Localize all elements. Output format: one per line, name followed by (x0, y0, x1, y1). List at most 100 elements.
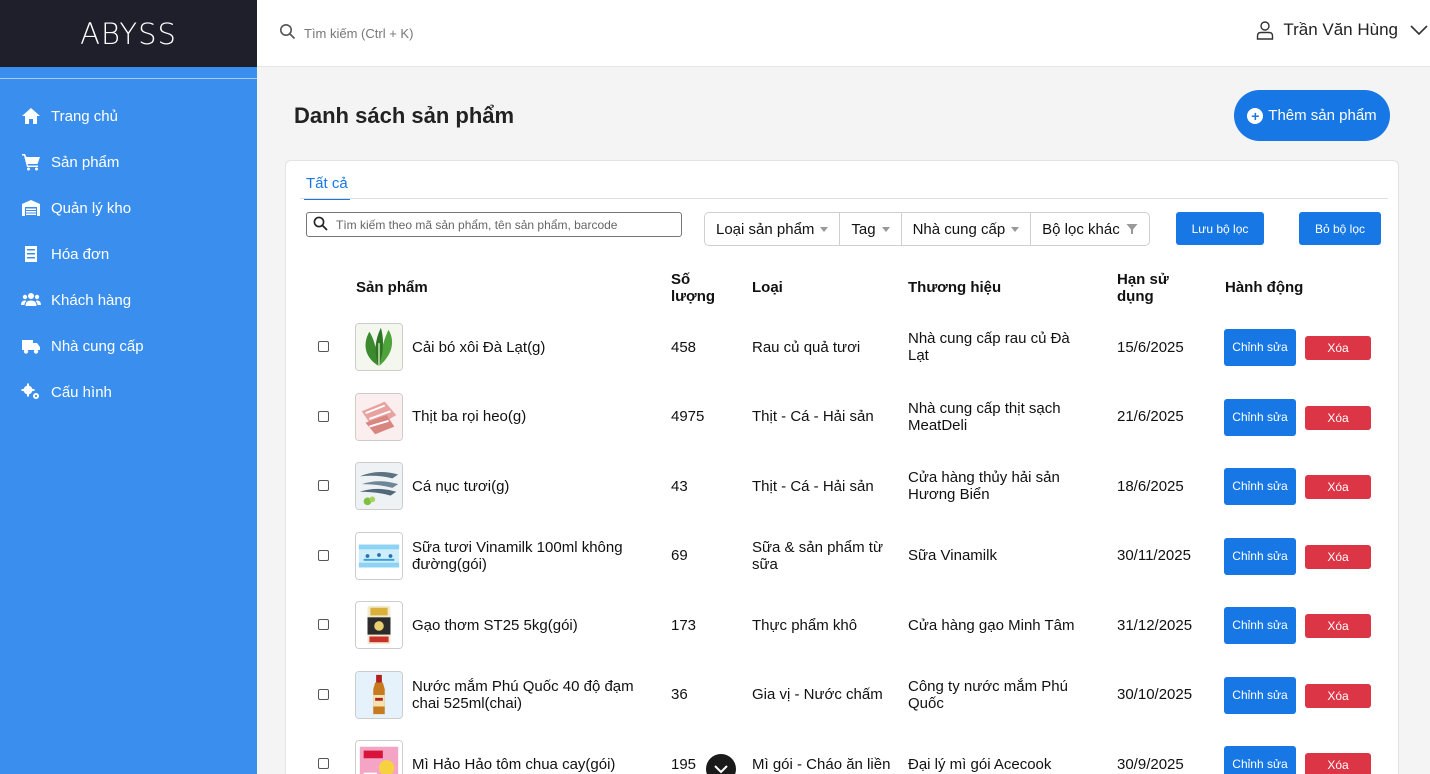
edit-button[interactable]: Chỉnh sửa (1224, 329, 1296, 366)
delete-button[interactable]: Xóa (1305, 753, 1371, 774)
caret-down-icon (820, 226, 829, 232)
clear-filter-button[interactable]: Bỏ bộ lọc (1299, 212, 1381, 245)
row-checkbox[interactable] (318, 480, 329, 491)
product-expiry: 15/6/2025 (1117, 338, 1184, 356)
product-quantity: 173 (671, 616, 697, 634)
sidebar-item-label: Nhà cung cấp (51, 337, 144, 355)
tab-divider (300, 198, 1388, 199)
header-category: Loại (752, 279, 783, 296)
table-row: Nước mắm Phú Quốc 40 độ đạm chai 525ml(c… (286, 661, 1398, 730)
chevron-down-icon (1410, 25, 1428, 36)
product-thumbnail (355, 462, 403, 510)
product-search-input[interactable]: Tìm kiếm theo mã sản phẩm, tên sản phẩm,… (306, 212, 682, 237)
brand-logo[interactable]: ABYSS (0, 0, 257, 67)
product-quantity: 36 (671, 686, 688, 703)
product-quantity: 458 (671, 338, 697, 356)
global-search-placeholder: Tìm kiếm (Ctrl + K) (304, 25, 414, 41)
warehouse-icon (20, 198, 42, 218)
save-filter-button[interactable]: Lưu bộ lọc (1176, 212, 1264, 245)
delete-button[interactable]: Xóa (1305, 614, 1371, 638)
product-brand: Cửa hàng gạo Minh Tâm (908, 616, 1075, 634)
gears-icon (20, 382, 42, 402)
brand-name: ABYSS (80, 16, 177, 51)
filter-tag-dropdown[interactable]: Tag (839, 213, 900, 245)
receipt-icon (20, 244, 42, 264)
delete-button[interactable]: Xóa (1305, 336, 1371, 360)
product-category: Sữa & sản phẩm từ sữa (752, 538, 883, 573)
product-expiry: 30/9/2025 (1117, 755, 1184, 773)
search-icon (279, 23, 304, 43)
product-category: Thực phẩm khô (752, 616, 858, 634)
user-name: Trần Văn Hùng (1283, 20, 1398, 39)
product-expiry: 30/11/2025 (1117, 547, 1191, 564)
home-icon (20, 106, 42, 126)
table-header: Sản phẩm Số lượng Loại Thương hiệu Hạn s… (286, 261, 1398, 313)
product-thumbnail (355, 531, 403, 580)
delete-button[interactable]: Xóa (1305, 683, 1371, 708)
edit-button[interactable]: Chỉnh sửa (1224, 676, 1296, 714)
header-actions: Hành động (1225, 279, 1304, 296)
row-checkbox[interactable] (318, 758, 329, 769)
delete-button[interactable]: Xóa (1305, 544, 1371, 569)
row-checkbox[interactable] (318, 549, 329, 561)
edit-button[interactable]: Chỉnh sửa (1224, 537, 1296, 575)
product-brand: Công ty nước mắm Phú Quốc (908, 677, 1068, 712)
add-product-button[interactable]: + Thêm sản phẩm (1234, 90, 1390, 141)
sidebar-item-label: Hóa đơn (51, 245, 110, 263)
filter-label: Bộ lọc khác (1042, 220, 1120, 238)
product-expiry: 21/6/2025 (1117, 408, 1184, 425)
user-icon (1257, 21, 1274, 40)
product-thumbnail (355, 670, 403, 719)
product-brand: Sữa Vinamilk (908, 547, 997, 564)
tab-all[interactable]: Tất cả (304, 175, 350, 200)
header-brand: Thương hiệu (908, 279, 1002, 296)
plus-circle-icon: + (1247, 107, 1264, 124)
caret-down-icon (1011, 226, 1020, 232)
funnel-icon (1126, 224, 1138, 234)
sidebar-item-products[interactable]: Sản phẩm (0, 139, 257, 185)
row-checkbox[interactable] (318, 619, 329, 630)
product-brand: Nhà cung cấp rau củ Đà Lạt (908, 330, 1070, 364)
sidebar-item-customers[interactable]: Khách hàng (0, 277, 257, 323)
table-row: Thịt ba rọi heo(g) 4975 Thịt - Cá - Hải sả… (286, 383, 1398, 452)
user-menu[interactable]: Trần Văn Hùng (1255, 20, 1430, 40)
sidebar-item-suppliers[interactable]: Nhà cung cấp (0, 323, 257, 369)
filter-category-dropdown[interactable]: Loại sản phẩm (705, 213, 839, 245)
product-name: Mì Hảo Hảo tôm chua cay(gói) (412, 755, 616, 773)
delete-button[interactable]: Xóa (1305, 405, 1371, 430)
product-search-placeholder: Tìm kiếm theo mã sản phẩm, tên sản phẩm,… (336, 217, 618, 232)
add-product-label: Thêm sản phẩm (1268, 107, 1377, 124)
sidebar-item-settings[interactable]: Cấu hình (0, 369, 257, 415)
header-product: Sản phẩm (356, 279, 428, 296)
header-expiry: Hạn sử dụng (1117, 271, 1169, 305)
sidebar-nav: Trang chủ Sản phẩm Quản lý kho Hóa đơn K… (0, 93, 257, 415)
product-category: Mì gói - Cháo ăn liền (752, 755, 891, 773)
global-search[interactable]: Tìm kiếm (Ctrl + K) (279, 23, 413, 43)
row-checkbox[interactable] (318, 341, 329, 352)
edit-button[interactable]: Chỉnh sửa (1224, 398, 1296, 436)
row-checkbox[interactable] (318, 410, 329, 422)
product-expiry: 18/6/2025 (1117, 477, 1184, 495)
product-list-card: Tất cả Tìm kiếm theo mã sản phẩm, tên sả… (285, 160, 1399, 774)
edit-button[interactable]: Chỉnh sửa (1224, 746, 1296, 774)
sidebar-item-label: Khách hàng (51, 291, 132, 309)
row-checkbox[interactable] (318, 688, 329, 700)
product-name: Gạo thơm ST25 5kg(gói) (412, 616, 578, 634)
filter-supplier-dropdown[interactable]: Nhà cung cấp (900, 213, 1031, 245)
product-category: Thịt - Cá - Hải sản (752, 477, 874, 495)
sidebar-item-warehouse[interactable]: Quản lý kho (0, 185, 257, 231)
sidebar-item-label: Trang chủ (51, 107, 118, 125)
delete-button[interactable]: Xóa (1305, 475, 1371, 499)
page-title: Danh sách sản phẩm (294, 103, 515, 128)
table-row: Mì Hảo Hảo tôm chua cay(gói) 195 Mì gói - … (286, 730, 1398, 774)
edit-button[interactable]: Chỉnh sửa (1224, 468, 1296, 505)
sidebar-item-home[interactable]: Trang chủ (0, 93, 257, 139)
topbar: Tìm kiếm (Ctrl + K) Trần Văn Hùng (257, 0, 1430, 67)
filter-more-dropdown[interactable]: Bộ lọc khác (1030, 213, 1149, 245)
sidebar-divider (0, 78, 257, 79)
product-thumbnail (355, 601, 403, 649)
product-thumbnail (355, 392, 403, 441)
users-icon (20, 290, 42, 310)
edit-button[interactable]: Chỉnh sửa (1224, 607, 1296, 644)
sidebar-item-invoices[interactable]: Hóa đơn (0, 231, 257, 277)
